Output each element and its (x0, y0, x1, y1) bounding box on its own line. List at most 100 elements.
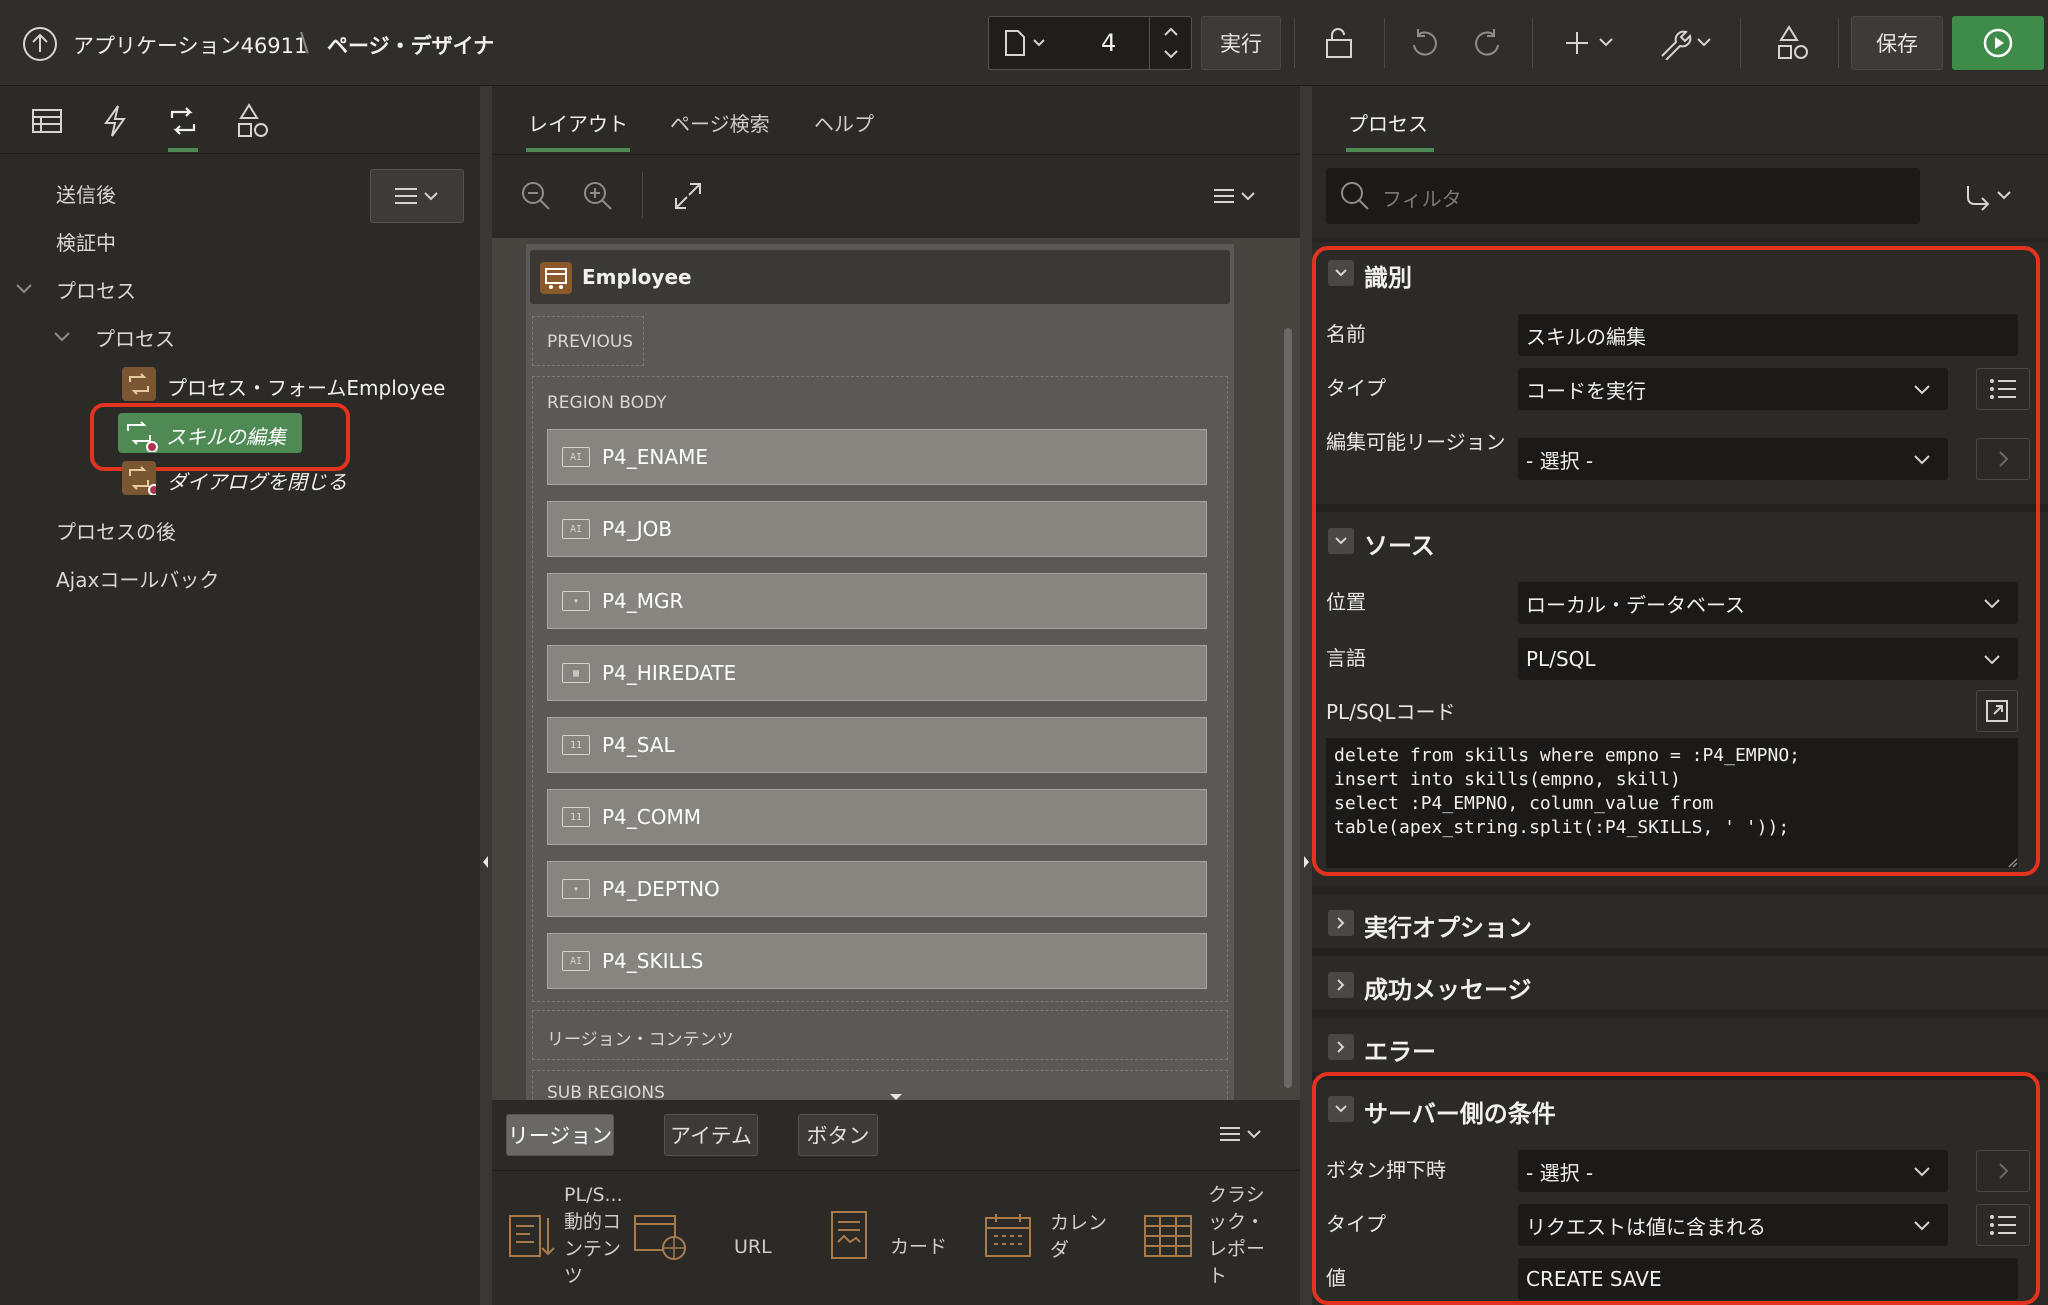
section-identification-divider (1312, 238, 2048, 242)
up-arrow-icon[interactable] (22, 26, 58, 62)
highlight-box (1312, 246, 2040, 876)
tab-process-active-indicator (1346, 148, 1434, 152)
previous-slot[interactable]: PREVIOUS (532, 316, 644, 366)
tree-ajax-callback[interactable]: Ajaxコールバック (56, 564, 219, 593)
tree-menu-button[interactable] (370, 169, 464, 223)
gallery-tab-items[interactable]: アイテム (664, 1114, 758, 1156)
zoom-in-icon[interactable] (582, 180, 614, 212)
item-p4-ename[interactable]: AI P4_ENAME (547, 429, 1207, 485)
tree-after-submit[interactable]: 送信後 (56, 179, 116, 208)
section-divider (1312, 948, 2048, 956)
calendar-icon: ▦ (562, 663, 590, 683)
url-region-icon[interactable] (632, 1210, 688, 1262)
text-field-icon: AI (562, 519, 590, 539)
layout-canvas[interactable]: Employee PREVIOUS REGION BODY AI P4_ENAME… (492, 238, 1300, 1110)
collapse-left-icon[interactable] (480, 852, 492, 872)
utilities-wrench-icon[interactable] (1658, 26, 1716, 60)
section-divider (1312, 886, 2048, 894)
redo-icon[interactable] (1470, 26, 1504, 60)
go-to-group-icon[interactable] (1962, 182, 2018, 212)
toolbar-divider (1384, 18, 1385, 68)
right-splitter[interactable] (1300, 86, 1312, 1305)
gallery-tab-buttons[interactable]: ボタン (798, 1114, 878, 1156)
tree-close-dialog[interactable]: ダイアログを閉じる (167, 466, 347, 495)
chevron-down-icon[interactable] (14, 278, 34, 298)
create-menu-icon[interactable] (1565, 28, 1619, 58)
item-p4-job[interactable]: AI P4_JOB (547, 501, 1207, 557)
page-stepper[interactable] (1149, 17, 1191, 69)
number-field-icon: 11 (562, 735, 590, 755)
tab-process[interactable]: プロセス (1348, 108, 1428, 137)
item-p4-comm[interactable]: 11 P4_COMM (547, 789, 1207, 845)
save-button[interactable]: 保存 (1851, 16, 1943, 70)
page-number[interactable]: 4 (1101, 29, 1116, 57)
region-content-label: リージョン・コンテンツ (547, 1030, 734, 1050)
top-toolbar: アプリケーション46911 \ ページ・デザイナ 4 実行 保存 (0, 0, 2048, 86)
gallery-divider (492, 1170, 1300, 1171)
page-icon[interactable] (1003, 29, 1049, 57)
toolbar-divider (642, 172, 643, 218)
region-employee[interactable]: Employee PREVIOUS REGION BODY AI P4_ENAME… (526, 244, 1234, 1110)
item-p4-skills[interactable]: AI P4_SKILLS (547, 933, 1207, 989)
plsql-dynamic-content-icon[interactable] (506, 1210, 558, 1262)
canvas-scrollbar[interactable] (1284, 328, 1292, 1088)
highlight-box (1312, 1072, 2040, 1305)
rendering-tree-panel: 送信後 検証中 プロセス プロセス プロセス・フォームEmployee スキルの… (0, 86, 480, 1305)
run-button[interactable] (1952, 16, 2044, 70)
tabs-divider (1312, 154, 2048, 155)
tree-processing[interactable]: プロセス (56, 275, 136, 304)
tree-validating[interactable]: 検証中 (56, 227, 116, 256)
section-execution-options-title[interactable]: 実行オプション (1364, 908, 1532, 943)
shared-components-tab-icon[interactable] (236, 102, 270, 140)
gallery-calendar-label: カレン ダ (1050, 1212, 1108, 1261)
tree-edit-skills-selected[interactable]: スキルの編集 (118, 413, 302, 453)
item-p4-sal[interactable]: 11 P4_SAL (547, 717, 1207, 773)
tree-processes-group[interactable]: プロセス (95, 323, 175, 352)
run-page-button[interactable]: 実行 (1201, 16, 1281, 70)
region-body[interactable]: REGION BODY AI P4_ENAME AI P4_JOB ▾ P4_MGR … (532, 376, 1228, 1002)
gallery-tab-regions[interactable]: リージョン (506, 1114, 614, 1156)
item-p4-hiredate[interactable]: ▦ P4_HIREDATE (547, 645, 1207, 701)
region-header[interactable]: Employee (530, 250, 1230, 304)
region-content-slot[interactable]: リージョン・コンテンツ (532, 1010, 1228, 1060)
classic-report-icon[interactable] (1142, 1210, 1194, 1262)
process-icon (122, 416, 158, 452)
filter-input[interactable]: フィルタ (1326, 168, 1920, 224)
chevron-right-icon[interactable] (1328, 972, 1354, 998)
dynamic-actions-tab-icon[interactable] (100, 104, 130, 138)
tree-after-processing[interactable]: プロセスの後 (56, 516, 176, 545)
item-p4-deptno[interactable]: ▾ P4_DEPTNO (547, 861, 1207, 917)
undo-icon[interactable] (1408, 26, 1442, 60)
rendering-tab-icon[interactable] (30, 106, 64, 136)
chevron-right-icon[interactable] (1328, 910, 1354, 936)
toolbar-divider (1532, 18, 1533, 68)
section-error-title[interactable]: エラー (1364, 1032, 1436, 1067)
tree-process-form-employee[interactable]: プロセス・フォームEmployee (167, 372, 445, 401)
tab-page-search[interactable]: ページ検索 (670, 108, 770, 137)
processing-tab-icon[interactable] (166, 104, 200, 138)
zoom-out-icon[interactable] (520, 180, 552, 212)
layout-menu-icon[interactable] (1210, 184, 1266, 210)
gallery-url-label: URL (734, 1236, 772, 1258)
page-selector[interactable]: 4 (988, 16, 1192, 70)
tab-help[interactable]: ヘルプ (814, 108, 874, 137)
process-icon (122, 461, 156, 495)
gallery-menu-icon[interactable] (1216, 1122, 1272, 1148)
shared-components-icon[interactable] (1776, 24, 1810, 62)
left-splitter[interactable] (480, 86, 492, 1305)
chevron-down-icon[interactable] (52, 326, 72, 346)
calendar-region-icon[interactable] (982, 1210, 1034, 1262)
component-gallery: リージョン アイテム ボタン PL/S... 動的コ ンテン ツ URL カード… (492, 1100, 1300, 1305)
expand-icon[interactable] (672, 180, 704, 212)
breadcrumb-separator: \ (300, 28, 309, 58)
collapse-right-icon[interactable] (1300, 852, 1312, 872)
toolbar-divider (1294, 18, 1295, 68)
number-field-icon: 11 (562, 807, 590, 827)
app-title[interactable]: アプリケーション46911 (73, 30, 307, 60)
tab-layout[interactable]: レイアウト (528, 108, 628, 137)
section-success-message-title[interactable]: 成功メッセージ (1364, 970, 1532, 1005)
lock-icon[interactable] (1322, 26, 1356, 60)
item-p4-mgr[interactable]: ▾ P4_MGR (547, 573, 1207, 629)
chevron-right-icon[interactable] (1328, 1034, 1354, 1060)
cards-region-icon[interactable] (828, 1208, 872, 1264)
